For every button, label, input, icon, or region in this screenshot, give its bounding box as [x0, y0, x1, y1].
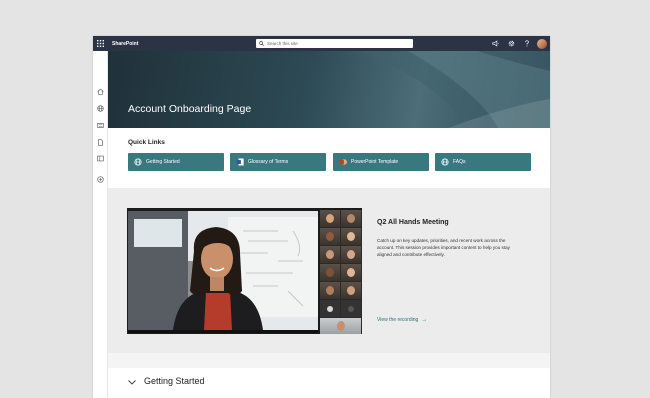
news-button[interactable]: [96, 121, 105, 130]
speaker-illustration: [128, 211, 318, 330]
globe-icon: [134, 158, 142, 166]
participant-tile: [341, 210, 361, 227]
hero-banner: Account Onboarding Page: [108, 51, 550, 128]
quick-links-heading: Quick Links: [128, 139, 165, 146]
create-button[interactable]: [96, 175, 105, 184]
chevron-down-icon: [128, 379, 136, 385]
app-launcher-button[interactable]: [93, 36, 108, 51]
home-icon: [97, 88, 104, 95]
arrow-right-icon: →: [421, 317, 428, 323]
announcements-button[interactable]: [487, 36, 503, 51]
user-avatar[interactable]: [537, 38, 547, 49]
quick-link-label: Getting Started: [146, 159, 180, 165]
quick-link-glossary[interactable]: Glossary of Terms: [230, 153, 326, 171]
search-box[interactable]: [256, 39, 413, 48]
document-icon: [98, 139, 103, 146]
participant-tile: [320, 282, 340, 299]
video-main-speaker: [128, 211, 318, 330]
view-recording-link[interactable]: View the recording →: [377, 317, 427, 323]
participant-tile: [320, 210, 340, 227]
files-button[interactable]: [96, 138, 105, 147]
globe-icon: [97, 105, 104, 112]
collapse-toggle[interactable]: [127, 378, 137, 386]
participant-tile: [320, 228, 340, 245]
suite-bar-actions: [487, 36, 550, 51]
participant-tile: [341, 264, 361, 281]
participant-tile: [341, 282, 361, 299]
participant-tile: [341, 228, 361, 245]
library-icon: [97, 155, 104, 162]
waffle-icon: [97, 40, 104, 47]
participant-tile: [320, 300, 340, 317]
video-bottom-strip: [128, 330, 318, 333]
quick-link-label: PowerPoint Template: [351, 159, 399, 165]
view-recording-label: View the recording: [377, 317, 419, 323]
lists-button[interactable]: [96, 154, 105, 163]
powerpoint-icon: [339, 158, 347, 166]
meeting-title: Q2 All Hands Meeting: [377, 219, 449, 226]
settings-button[interactable]: [503, 36, 519, 51]
participant-tile: [341, 300, 361, 317]
participant-tile: [320, 246, 340, 263]
suite-bar: SharePoint: [93, 36, 550, 51]
quick-link-getting-started[interactable]: Getting Started: [128, 153, 224, 171]
add-circle-icon: [97, 176, 104, 183]
page-title: Account Onboarding Page: [128, 103, 252, 115]
sharepoint-window: SharePoint Search this site Account Onbo…: [93, 36, 550, 398]
participant-tile: [341, 246, 361, 263]
quick-link-faqs[interactable]: FAQs: [435, 153, 531, 171]
help-button[interactable]: [519, 36, 535, 51]
gear-icon: [508, 40, 514, 47]
search-input[interactable]: [267, 39, 407, 48]
sites-button[interactable]: [96, 104, 105, 113]
meeting-description: Catch up on key updates, priorities, and…: [377, 238, 510, 257]
search-icon: [259, 41, 264, 46]
app-bar: [93, 51, 108, 398]
section-title: Getting Started: [144, 376, 205, 386]
page-content: Account Onboarding Page Quick Links Gett…: [108, 51, 550, 398]
getting-started-section: Getting Started: [108, 368, 550, 398]
participant-tile: [320, 264, 340, 281]
megaphone-icon: [491, 40, 499, 47]
home-button[interactable]: [96, 87, 105, 96]
meeting-video-thumbnail[interactable]: [127, 208, 362, 334]
globe-icon: [441, 158, 449, 166]
app-brand[interactable]: SharePoint: [112, 41, 138, 47]
quick-link-label: Glossary of Terms: [248, 159, 289, 165]
help-icon: [525, 40, 529, 47]
participant-gallery: [320, 210, 362, 334]
news-icon: [97, 123, 104, 128]
hero-background-graphic: [358, 51, 550, 128]
meeting-section: Q2 All Hands Meeting Catch up on key upd…: [108, 188, 550, 353]
quick-link-label: FAQs: [453, 159, 466, 165]
word-doc-icon: [236, 158, 244, 166]
quick-links-section: Quick Links Getting Started Glossary of …: [108, 128, 550, 188]
self-view-tile: [320, 318, 361, 334]
quick-link-powerpoint-template[interactable]: PowerPoint Template: [333, 153, 429, 171]
